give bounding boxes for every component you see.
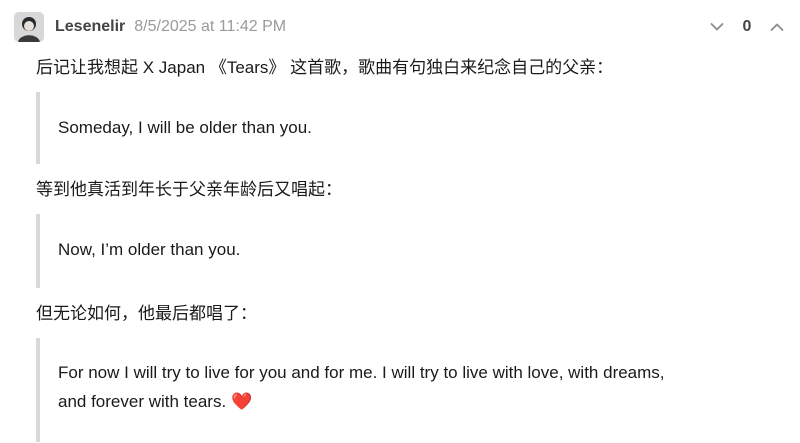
blockquote-3-line-1: For now I will try to live for you and f… bbox=[58, 363, 665, 382]
comment-timestamp[interactable]: 8/5/2025 at 11:42 PM bbox=[134, 18, 286, 36]
blockquote-3: For now I will try to live for you and f… bbox=[36, 338, 780, 442]
upvote-button[interactable] bbox=[764, 14, 790, 40]
blockquote-3-line-2: and forever with tears. ❤️ bbox=[58, 387, 780, 416]
blockquote-3-line-2-text: and forever with tears. bbox=[58, 392, 227, 411]
chevron-up-icon bbox=[770, 23, 784, 31]
comment-header: Lesenelir 8/5/2025 at 11:42 PM 0 bbox=[14, 12, 790, 42]
vote-controls: 0 bbox=[704, 14, 790, 40]
chevron-down-icon bbox=[710, 23, 724, 31]
comment-body: 后记让我想起 X Japan 《Tears》 这首歌，歌曲有句独白来纪念自己的父… bbox=[36, 54, 780, 442]
blockquote-2: Now, I’m older than you. bbox=[36, 214, 780, 288]
author-name[interactable]: Lesenelir bbox=[55, 18, 125, 36]
blockquote-1: Someday, I will be older than you. bbox=[36, 92, 780, 164]
blockquote-2-text: Now, I’m older than you. bbox=[58, 240, 241, 259]
paragraph-3: 但无论如何，他最后都唱了： bbox=[36, 304, 257, 323]
downvote-button[interactable] bbox=[704, 14, 730, 40]
vote-count: 0 bbox=[742, 18, 752, 35]
comment-card: Lesenelir 8/5/2025 at 11:42 PM 0 后记让我想起 … bbox=[0, 0, 800, 443]
avatar[interactable] bbox=[14, 12, 44, 42]
avatar-image-icon bbox=[14, 12, 44, 42]
heart-icon: ❤️ bbox=[230, 392, 253, 411]
blockquote-1-text: Someday, I will be older than you. bbox=[58, 118, 312, 137]
paragraph-2: 等到他真活到年长于父亲年龄后又唱起： bbox=[36, 180, 342, 199]
paragraph-1: 后记让我想起 X Japan 《Tears》 这首歌，歌曲有句独白来纪念自己的父… bbox=[36, 58, 614, 77]
